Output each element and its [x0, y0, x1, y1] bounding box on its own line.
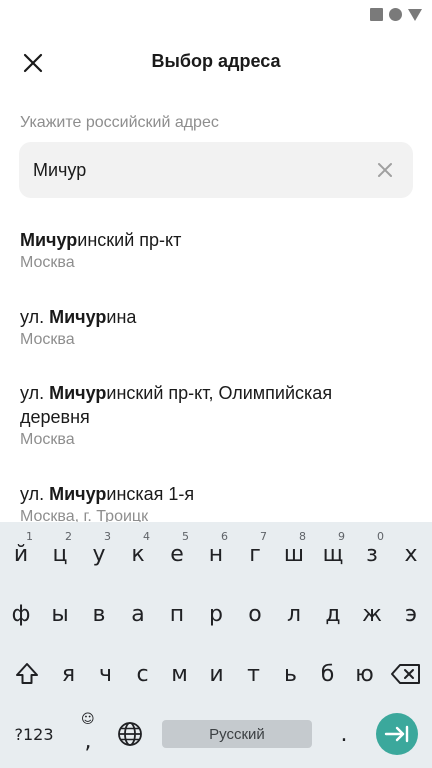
key[interactable]: ь — [272, 644, 309, 704]
suggestion-rest: ина — [106, 307, 137, 327]
key[interactable]: е5 — [158, 524, 196, 584]
keyboard-row-2: ф ы в а п р о л д ж э — [0, 584, 432, 644]
key[interactable]: я — [50, 644, 87, 704]
key[interactable]: х — [392, 524, 430, 584]
key-hint: 2 — [65, 530, 72, 543]
key[interactable]: г7 — [236, 524, 274, 584]
key[interactable]: б — [309, 644, 346, 704]
key-hint: 4 — [143, 530, 150, 543]
key[interactable]: ч — [87, 644, 124, 704]
key-hint: 5 — [182, 530, 189, 543]
key[interactable]: к4 — [119, 524, 157, 584]
key[interactable]: ы — [41, 584, 79, 644]
address-search-input[interactable] — [33, 142, 363, 198]
key[interactable]: м — [161, 644, 198, 704]
period-key[interactable]: . — [324, 704, 364, 764]
circle-icon — [389, 8, 402, 21]
suggestion-title: ул. Мичуринская 1-я — [20, 482, 420, 506]
globe-icon — [118, 722, 142, 746]
key[interactable]: ю — [346, 644, 383, 704]
language-key[interactable] — [110, 704, 150, 764]
key[interactable]: н6 — [197, 524, 235, 584]
key-hint: 8 — [299, 530, 306, 543]
key[interactable]: т — [235, 644, 272, 704]
key[interactable]: с — [124, 644, 161, 704]
emoji-hint-icon: ☺ — [81, 712, 95, 727]
status-bar — [0, 0, 432, 30]
key[interactable]: п — [158, 584, 196, 644]
tab-next-icon — [384, 725, 409, 743]
key[interactable]: и — [198, 644, 235, 704]
key-hint: 3 — [104, 530, 111, 543]
key[interactable]: ш8 — [275, 524, 313, 584]
key-hint: 7 — [260, 530, 267, 543]
onscreen-keyboard: й1 ц2 у3 к4 е5 н6 г7 ш8 щ9 з0 х ф ы в а … — [0, 522, 432, 768]
key[interactable]: ж — [353, 584, 391, 644]
suggestion-rest: инский пр-кт — [77, 230, 182, 250]
key[interactable]: д — [314, 584, 352, 644]
page-title: Выбор адреса — [151, 51, 281, 71]
key[interactable]: ц2 — [41, 524, 79, 584]
key[interactable]: о — [236, 584, 274, 644]
suggestion-subtitle: Москва — [20, 254, 75, 271]
key[interactable]: р — [197, 584, 235, 644]
key[interactable]: з0 — [353, 524, 391, 584]
keyboard-row-1: й1 ц2 у3 к4 е5 н6 г7 ш8 щ9 з0 х — [0, 524, 432, 584]
suggestion-prefix: ул. — [20, 484, 50, 504]
symbols-key[interactable]: ?123 — [4, 704, 64, 764]
address-search-box — [19, 142, 413, 198]
suggestion-match: Мичур — [49, 484, 107, 504]
suggestion-subtitle: Москва — [20, 331, 75, 348]
suggestion-prefix: ул. — [20, 307, 50, 327]
key[interactable]: у3 — [80, 524, 118, 584]
key[interactable]: ф — [2, 584, 40, 644]
clear-search-button[interactable] — [375, 160, 395, 180]
backspace-icon — [391, 664, 420, 684]
suggestion-match: Мичур — [49, 307, 107, 327]
address-field-label: Укажите российский адрес — [20, 114, 219, 131]
key[interactable]: щ9 — [314, 524, 352, 584]
square-icon — [370, 8, 383, 21]
suggestion-title: Мичуринский пр-кт — [20, 228, 420, 252]
suggestion-rest: инская 1-я — [106, 484, 195, 504]
enter-key[interactable] — [376, 713, 418, 755]
comma-key[interactable]: ☺ , — [68, 704, 108, 764]
system-status-icons — [370, 8, 422, 21]
header: Выбор адреса — [0, 38, 432, 88]
backspace-key[interactable] — [384, 644, 428, 704]
key-hint: 0 — [377, 530, 384, 543]
key[interactable]: л — [275, 584, 313, 644]
key[interactable]: й1 — [2, 524, 40, 584]
clear-icon — [378, 163, 392, 177]
address-suggestion[interactable]: ул. Мичурина Москва — [20, 305, 420, 351]
suggestion-title: ул. Мичурина — [20, 305, 420, 329]
shift-key[interactable] — [4, 644, 50, 704]
key-hint: 6 — [221, 530, 228, 543]
triangle-icon — [408, 8, 422, 21]
space-key[interactable]: Русский — [162, 720, 312, 748]
suggestion-prefix: ул. — [20, 383, 50, 403]
key[interactable]: а — [119, 584, 157, 644]
suggestion-title: ул. Мичуринский пр-кт, Олимпийская дерев… — [20, 381, 380, 429]
key-hint: 1 — [26, 530, 33, 543]
address-suggestion[interactable]: ул. Мичуринский пр-кт, Олимпийская дерев… — [20, 381, 380, 451]
keyboard-row-3: я ч с м и т ь б ю — [0, 644, 432, 704]
key[interactable]: в — [80, 584, 118, 644]
shift-icon — [16, 663, 38, 684]
key-hint: 9 — [338, 530, 345, 543]
address-suggestion[interactable]: Мичуринский пр-кт Москва — [20, 228, 420, 274]
suggestion-match: Мичур — [49, 383, 107, 403]
suggestion-subtitle: Москва — [20, 431, 75, 448]
suggestion-match: Мичур — [20, 230, 78, 250]
key[interactable]: э — [392, 584, 430, 644]
